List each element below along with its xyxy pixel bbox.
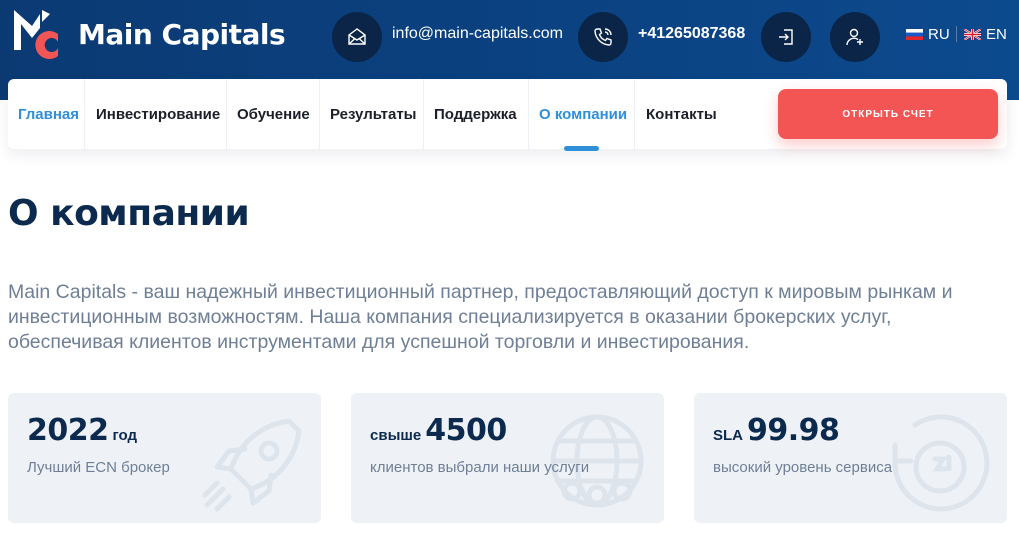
stat-card: свыше 4500 клиентов выбрали наши услуги <box>351 393 664 523</box>
stat-value: 99.98 <box>747 413 840 448</box>
stat-value-group: SLA 99.98 <box>713 413 840 448</box>
brand-name: Main Capitals <box>78 18 286 51</box>
stat-value-group: свыше 4500 <box>370 413 507 448</box>
nav-divider <box>84 79 85 149</box>
nav-divider <box>319 79 320 149</box>
nav-item-investing[interactable]: Инвестирование <box>96 79 220 149</box>
nav-item-education[interactable]: Обучение <box>237 79 310 149</box>
email-link[interactable]: info@main-capitals.com <box>392 25 563 43</box>
login-icon <box>779 29 793 45</box>
lang-divider <box>956 26 957 42</box>
stat-value: 4500 <box>425 413 507 448</box>
nav-item-home[interactable]: Главная <box>18 79 79 149</box>
nav-divider <box>423 79 424 149</box>
stat-description: высокий уровень сервиса <box>713 459 893 476</box>
lang-en-label: EN <box>986 26 1007 43</box>
lang-ru-label: RU <box>928 26 950 43</box>
stat-prefix: SLA <box>713 427 743 444</box>
intro-paragraph: Main Capitals - ваш надежный инвестицион… <box>8 281 953 353</box>
stat-card: SLA 99.98 высокий уровень сервиса <box>694 393 1007 523</box>
stat-value: 2022 <box>27 413 109 448</box>
nav-item-contacts[interactable]: Контакты <box>646 79 717 149</box>
nav-item-about[interactable]: О компании <box>539 79 627 149</box>
email-button[interactable] <box>332 12 382 62</box>
phone-link[interactable]: +41265087368 <box>638 25 745 43</box>
envelope-icon <box>348 28 366 45</box>
nav-divider <box>528 79 529 149</box>
russia-flag-icon <box>906 29 923 40</box>
stat-prefix: свыше <box>370 427 422 444</box>
stat-card: 2022 год Лучший ECN брокер <box>8 393 321 523</box>
active-tab-indicator <box>564 146 599 151</box>
phone-icon <box>594 28 612 46</box>
open-account-button[interactable]: ОТКРЫТЬ СЧЕТ <box>778 89 998 139</box>
uk-flag-icon <box>964 29 981 40</box>
lang-ru[interactable]: RU <box>906 26 950 43</box>
stat-suffix: год <box>112 427 138 444</box>
24-hours-icon <box>892 414 990 512</box>
login-button[interactable] <box>761 12 811 62</box>
phone-button[interactable] <box>578 12 628 62</box>
nav-item-support[interactable]: Поддержка <box>434 79 517 149</box>
register-button[interactable] <box>830 12 880 62</box>
nav-divider <box>226 79 227 149</box>
nav-item-results[interactable]: Результаты <box>330 79 416 149</box>
stat-description: Лучший ECN брокер <box>27 459 170 476</box>
brand-logo[interactable]: Main Capitals <box>12 6 286 62</box>
lang-en[interactable]: EN <box>964 26 1007 43</box>
mc-logo-icon <box>14 10 58 60</box>
stat-value-group: 2022 год <box>27 413 137 448</box>
add-user-icon <box>846 28 863 46</box>
nav-divider <box>634 79 635 149</box>
rocket-icon <box>202 418 302 512</box>
page-title: О компании <box>8 193 250 234</box>
stat-description: клиентов выбрали наши услуги <box>370 459 590 476</box>
